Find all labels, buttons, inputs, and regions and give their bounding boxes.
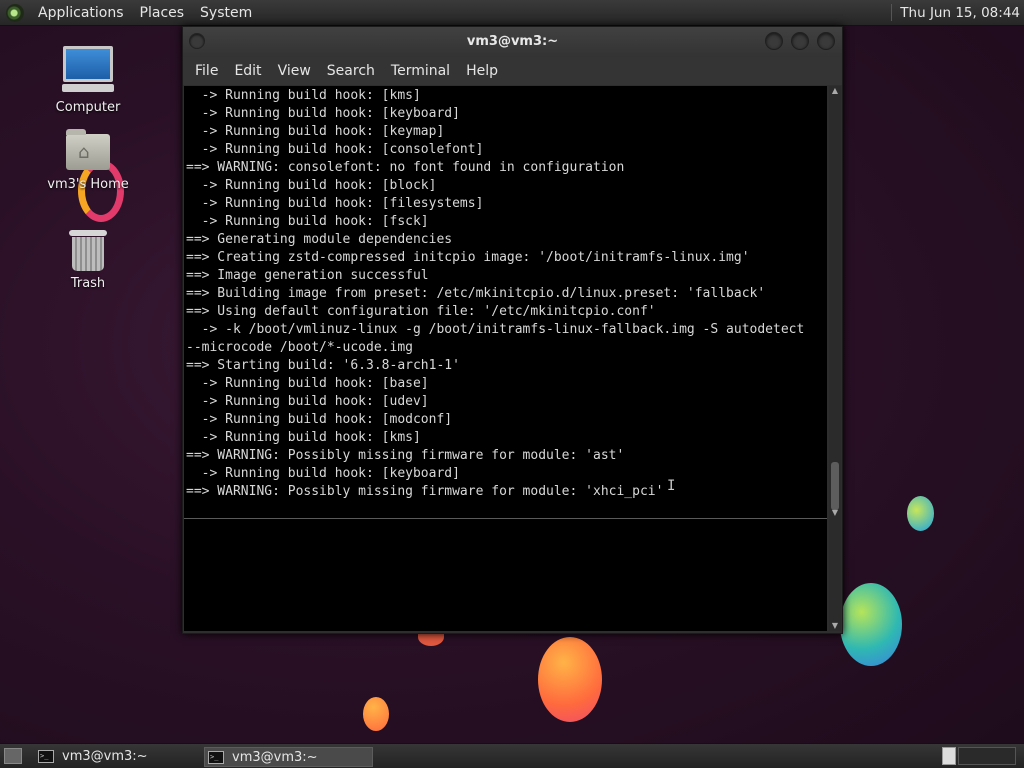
- distro-logo-icon[interactable]: [6, 3, 24, 22]
- menubar: File Edit View Search Terminal Help: [183, 57, 842, 85]
- desktop-icon-label: vm3's Home: [47, 177, 129, 192]
- computer-icon: [38, 46, 138, 92]
- terminal-line: -> Running build hook: [kms]: [186, 88, 421, 103]
- wallpaper-bubble: [363, 697, 389, 731]
- wallpaper-bubble: [538, 637, 602, 722]
- menu-help[interactable]: Help: [458, 63, 506, 79]
- workspace-switcher[interactable]: [958, 747, 1016, 765]
- terminal-line: -> Running build hook: [udev]: [186, 394, 429, 409]
- desktop-icon-label: Trash: [70, 276, 106, 291]
- desktop-icon-computer[interactable]: Computer: [38, 46, 138, 115]
- clock-text[interactable]: Thu Jun 15, 08:44: [900, 5, 1020, 21]
- terminal-line: ==> Generating module dependencies: [186, 232, 453, 247]
- workspace-1[interactable]: [942, 747, 956, 765]
- terminal-line: -> Running build hook: [kms]: [186, 430, 421, 445]
- menu-applications[interactable]: Applications: [30, 5, 132, 21]
- terminal-line: -> Running build hook: [keyboard]: [186, 466, 460, 481]
- scroll-up-arrow-icon[interactable]: ▲: [830, 86, 840, 96]
- terminal-icon: >_: [38, 749, 54, 763]
- desktop-icon-home[interactable]: ⌂ vm3's Home: [38, 129, 138, 192]
- terminal-line: -> Running build hook: [keyboard]: [186, 106, 460, 121]
- trash-icon: [69, 230, 107, 271]
- terminal-output[interactable]: -> Running build hook: [kms] -> Running …: [184, 86, 827, 631]
- terminal-line: -> Running build hook: [filesystems]: [186, 196, 484, 211]
- taskbar-item-label: vm3@vm3:~: [232, 749, 318, 765]
- window-titlebar[interactable]: vm3@vm3:~: [183, 27, 842, 57]
- menu-search[interactable]: Search: [319, 63, 383, 79]
- terminal-line: ==> Image generation successful: [186, 268, 429, 283]
- bottom-panel: >_ vm3@vm3:~ >_ vm3@vm3:~: [0, 743, 1024, 768]
- taskbar-item[interactable]: >_ vm3@vm3:~: [38, 747, 198, 765]
- wallpaper-bubble: [907, 496, 934, 531]
- menu-file[interactable]: File: [187, 63, 226, 79]
- terminal-line: -> Running build hook: [base]: [186, 376, 429, 391]
- terminal-line: -> Running build hook: [fsck]: [186, 214, 429, 229]
- menu-places[interactable]: Places: [132, 5, 193, 21]
- terminal-line: ==> WARNING: consolefont: no font found …: [186, 160, 625, 175]
- terminal-divider: [184, 518, 827, 519]
- window-title: vm3@vm3:~: [466, 34, 559, 49]
- menu-view[interactable]: View: [270, 63, 319, 79]
- terminal-line: -> -k /boot/vmlinuz-linux -g /boot/initr…: [186, 322, 805, 337]
- terminal-icon: >_: [208, 750, 224, 764]
- terminal-scrollbar[interactable]: ▲ ▼ ▼: [829, 86, 841, 631]
- minimize-button[interactable]: [765, 32, 783, 50]
- clock[interactable]: Thu Jun 15, 08:44: [891, 0, 1020, 25]
- top-panel: Applications Places System Thu Jun 15, 0…: [0, 0, 1024, 26]
- taskbar-item-label: vm3@vm3:~: [62, 748, 148, 764]
- maximize-button[interactable]: [791, 32, 809, 50]
- terminal-line: ==> WARNING: Possibly missing firmware f…: [186, 484, 664, 499]
- terminal-line: -> Running build hook: [keymap]: [186, 124, 445, 139]
- terminal-line: ==> Using default configuration file: '/…: [186, 304, 656, 319]
- wallpaper-bubble: [840, 583, 902, 666]
- menu-terminal[interactable]: Terminal: [383, 63, 458, 79]
- home-folder-icon: ⌂: [66, 129, 110, 170]
- scroll-down-arrow-icon[interactable]: ▼: [830, 508, 840, 518]
- terminal-line: --microcode /boot/*-ucode.img: [186, 340, 413, 355]
- terminal-line: -> Running build hook: [consolefont]: [186, 142, 484, 157]
- terminal-text: -> Running build hook: [kms] -> Running …: [184, 86, 827, 501]
- terminal-window: vm3@vm3:~ File Edit View Search Terminal…: [182, 26, 843, 634]
- panel-separator: [891, 4, 893, 21]
- menu-system[interactable]: System: [192, 5, 260, 21]
- terminal-line: ==> Building image from preset: /etc/mki…: [186, 286, 766, 301]
- terminal-line: ==> WARNING: Possibly missing firmware f…: [186, 448, 625, 463]
- menu-edit[interactable]: Edit: [226, 63, 269, 79]
- terminal-line: ==> Starting build: '6.3.8-arch1-1': [186, 358, 460, 373]
- taskbar-item-active[interactable]: >_ vm3@vm3:~: [204, 747, 373, 767]
- terminal-line: -> Running build hook: [modconf]: [186, 412, 453, 427]
- terminal-line: -> Running build hook: [block]: [186, 178, 437, 193]
- mouse-ibeam-cursor-icon: I: [667, 478, 676, 494]
- terminal-line: ==> Creating zstd-compressed initcpio im…: [186, 250, 750, 265]
- show-desktop-icon[interactable]: [4, 748, 22, 764]
- scrollbar-thumb[interactable]: [831, 462, 839, 510]
- desktop-icon-trash[interactable]: Trash: [38, 230, 138, 291]
- scroll-down-arrow-icon[interactable]: ▼: [830, 621, 840, 631]
- close-button[interactable]: [817, 32, 835, 50]
- desktop-icon-label: Computer: [55, 100, 121, 115]
